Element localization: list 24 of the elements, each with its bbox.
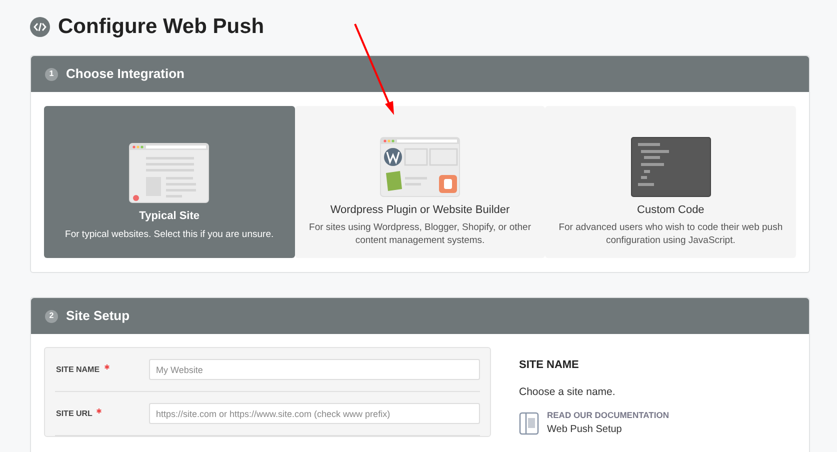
code-icon [30,16,50,37]
documentation-link[interactable]: Web Push Setup [547,422,669,438]
document-icon [519,412,539,435]
help-heading: SITE NAME [519,358,580,374]
input-field[interactable]: https://site.com or https://www.site.com (check www prefix) [149,403,480,424]
integration-option[interactable]: Custom Code For advanced users who wish to code their web push configuration using JavaScript. [545,106,796,258]
input-field[interactable]: My Website [149,359,480,380]
page-title: Configure Web Push [58,14,264,40]
option-title: Typical Site [138,209,200,224]
field-label: SITE URL [56,408,92,420]
option-title: Custom Code [636,202,706,218]
section-title: Site Setup [66,307,130,326]
option-description: For advanced users who wish to code their web push configuration using JavaScript. [558,221,784,248]
field-label: SITE NAME [56,364,100,376]
step-number: 1 [45,68,58,81]
documentation-label: READ OUR DOCUMENTATION [547,409,669,422]
option-title: Wordpress Plugin or Website Builder [329,202,511,218]
step-number: 2 [45,310,58,323]
help-text: Choose a site name. [519,384,616,400]
integration-option[interactable]: Wordpress Plugin or Website Builder For sites using Wordpress, Blogger, Shopify, or other content management systems. [294,106,546,258]
section-title: Choose Integration [66,65,184,84]
option-description: For typical websites. Select this if you are unsure. [64,228,275,241]
option-description: For sites using Wordpress, Blogger, Shopify, or other content management systems. [308,221,532,248]
integration-option[interactable]: Typical Site For typical websites. Select this if you are unsure. [44,106,295,258]
